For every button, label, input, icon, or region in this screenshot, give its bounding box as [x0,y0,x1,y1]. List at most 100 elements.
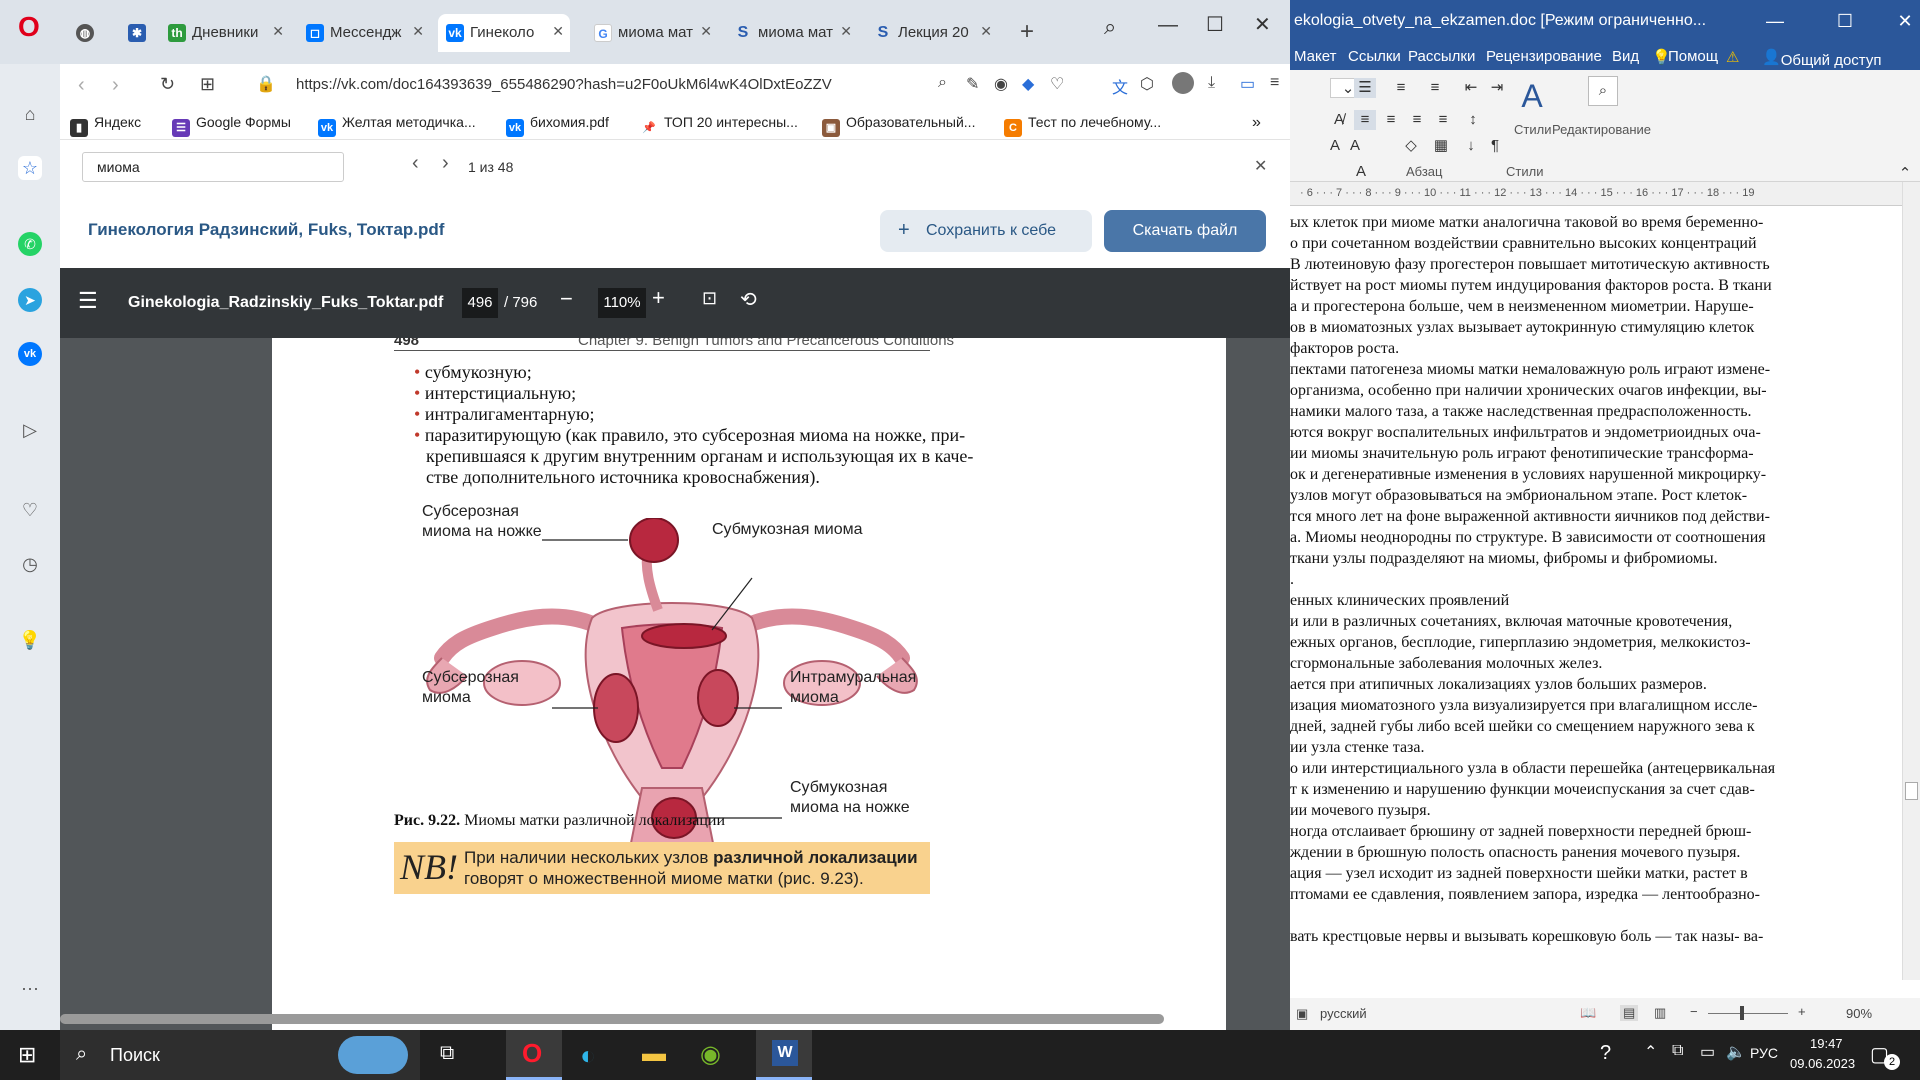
taskbar-word[interactable]: W [756,1030,812,1080]
decrease-indent-icon[interactable]: ⇤ [1460,78,1482,98]
cube-icon[interactable]: ⬡ [1140,74,1154,94]
reload-icon[interactable]: ↻ [160,74,175,95]
edit-icon[interactable]: ✎ [966,74,979,94]
url-field[interactable]: https://vk.com/doc164393639_655486290?ha… [296,76,926,93]
bookmark-google-forms[interactable]: ☰ Google Формы [172,114,291,137]
download-button[interactable]: Скачать файл [1104,210,1266,252]
styles-label[interactable]: Стили [1514,122,1551,137]
back-icon[interactable]: ‹ [78,74,85,97]
editing-label[interactable]: Редактирование [1552,122,1651,137]
align-right-icon[interactable]: ≡ [1406,110,1428,130]
taskbar-opera[interactable]: O [506,1030,562,1080]
close-tab-icon[interactable]: ✕ [700,23,712,40]
collapse-ribbon-icon[interactable]: ⌃ [1894,164,1916,184]
windows-start-icon[interactable]: ⊞ [18,1042,36,1068]
easy-setup-icon[interactable]: ≡ [1270,74,1279,92]
zoom-out-icon[interactable]: − [1690,1004,1698,1019]
camera-icon[interactable]: ◉ [994,74,1008,94]
fit-page-icon[interactable]: ⊡ [702,288,717,309]
zoom-in-icon[interactable]: + [652,285,665,311]
bookmark-education[interactable]: ▣ Образовательный... [822,114,975,137]
close-tab-icon[interactable]: ✕ [272,23,284,40]
find-input[interactable]: миома [82,152,344,182]
zoom-out-icon[interactable]: − [560,286,573,312]
scroll-thumb[interactable] [1905,782,1918,800]
sort-icon[interactable]: ↓ [1460,136,1482,156]
zoom-in-icon[interactable]: + [1798,1004,1806,1019]
speed-dial-icon[interactable]: ☆ [18,156,42,180]
vk-icon[interactable]: vk [18,342,42,366]
web-layout-icon[interactable]: ▥ [1654,1005,1666,1021]
edge-icon[interactable]: ◐ [580,1040,596,1071]
print-layout-icon[interactable]: ▤ [1620,1005,1639,1021]
tab-view[interactable]: Вид [1612,48,1639,65]
bookmark-top20[interactable]: 📌 ТОП 20 интересны... [640,114,798,137]
zoom-input[interactable]: 110% [598,288,646,318]
search-icon[interactable]: ⌕ [1104,14,1116,40]
tab-mailings[interactable]: Рассылки [1408,48,1475,65]
forward-icon[interactable]: › [112,74,119,97]
save-button[interactable]: + Сохранить к себе [880,210,1092,252]
opera-logo-icon[interactable]: O [18,12,44,42]
zoom-search-icon[interactable]: ⌕ [938,74,947,92]
numbering-icon[interactable]: ≡ [1390,78,1412,98]
tab-lecture[interactable]: S Лекция 20 ✕ [866,14,998,52]
shrink-font-icon[interactable]: A [1344,136,1366,156]
volume-icon[interactable]: 🔈 [1726,1042,1746,1062]
maximize-icon[interactable]: ☐ [1830,8,1860,34]
home-icon[interactable]: ⌂ [18,102,42,126]
bullets-icon[interactable]: ☰ [1354,78,1376,98]
clock-time[interactable]: 19:47 [1810,1036,1843,1051]
find-close-icon[interactable]: ✕ [1254,156,1267,176]
telegram-icon[interactable]: ➤ [18,288,42,312]
shading-icon[interactable]: ◇ [1400,136,1422,156]
tray-icon[interactable]: ⧉ [1672,1042,1683,1060]
justify-icon[interactable]: ≡ [1432,110,1454,130]
zoom-level[interactable]: 90% [1846,1006,1872,1021]
tabs-grid-icon[interactable]: ⊞ [200,74,215,95]
bookmark-heart-icon[interactable]: ♡ [1050,74,1064,94]
share-button[interactable]: 👤 Общий доступ [1762,48,1881,69]
taskbar-search[interactable]: ⌕ Поиск [60,1030,420,1080]
tab-gynecology[interactable]: vk Гинеколо ✕ [438,14,570,52]
rotate-icon[interactable]: ⟲ [740,287,757,312]
shield-icon[interactable]: ◆ [1022,74,1034,94]
network-icon[interactable]: ▭ [1700,1042,1715,1062]
chevron-up-icon[interactable]: ⌃ [1644,1042,1657,1062]
clear-format-icon[interactable]: A̸ [1328,110,1350,130]
close-tab-icon[interactable]: ✕ [980,23,992,40]
bookmark-metodichka[interactable]: vk Желтая методичка... [318,114,476,137]
doc-check-icon[interactable]: ▣ [1296,1006,1308,1022]
increase-indent-icon[interactable]: ⇥ [1486,78,1508,98]
tab-layout[interactable]: Макет [1294,48,1336,65]
multilevel-icon[interactable]: ≡ [1424,78,1446,98]
line-spacing-icon[interactable]: ↕ [1462,110,1484,130]
battery-icon[interactable]: ▭ [1240,74,1255,94]
maximize-icon[interactable]: ☐ [1206,12,1224,37]
page-input[interactable]: 496 [462,288,498,318]
word-document[interactable]: ых клеток при миоме матки аналогична так… [1290,206,1902,980]
tab-review[interactable]: Рецензирование [1486,48,1602,65]
heart-icon[interactable]: ♡ [18,498,42,522]
whatsapp-icon[interactable]: ✆ [18,232,42,256]
tab-help[interactable]: Помощ [1668,48,1718,65]
translate-icon[interactable]: 文 [1112,74,1128,98]
lock-icon[interactable]: 🔒 [256,74,276,94]
tab-mioma-s[interactable]: Sмиома мат ✕ [726,14,858,52]
file-explorer-icon[interactable]: ▬ [642,1040,666,1068]
tab-mioma-google[interactable]: Gмиома мат ✕ [586,14,718,52]
language-indicator[interactable]: РУС [1750,1045,1778,1061]
tab-references[interactable]: Ссылки [1348,48,1401,65]
find-next-icon[interactable]: › [442,152,449,175]
help-icon[interactable]: ? [1600,1042,1611,1065]
tab-medical[interactable]: ✱ [120,14,160,52]
font-color-icon[interactable]: A [1350,162,1372,182]
bulb-icon[interactable]: 💡 [18,628,42,652]
read-mode-icon[interactable]: 📖 [1580,1005,1596,1021]
styles-icon[interactable]: A [1512,76,1552,116]
task-view-icon[interactable]: ⧉ [440,1042,454,1065]
word-vertical-scrollbar[interactable] [1902,182,1920,980]
download-icon[interactable]: ⤓ [1208,74,1215,92]
zoom-slider[interactable] [1708,1013,1788,1014]
bookmark-biochem[interactable]: vk бихомия.pdf [506,114,609,137]
